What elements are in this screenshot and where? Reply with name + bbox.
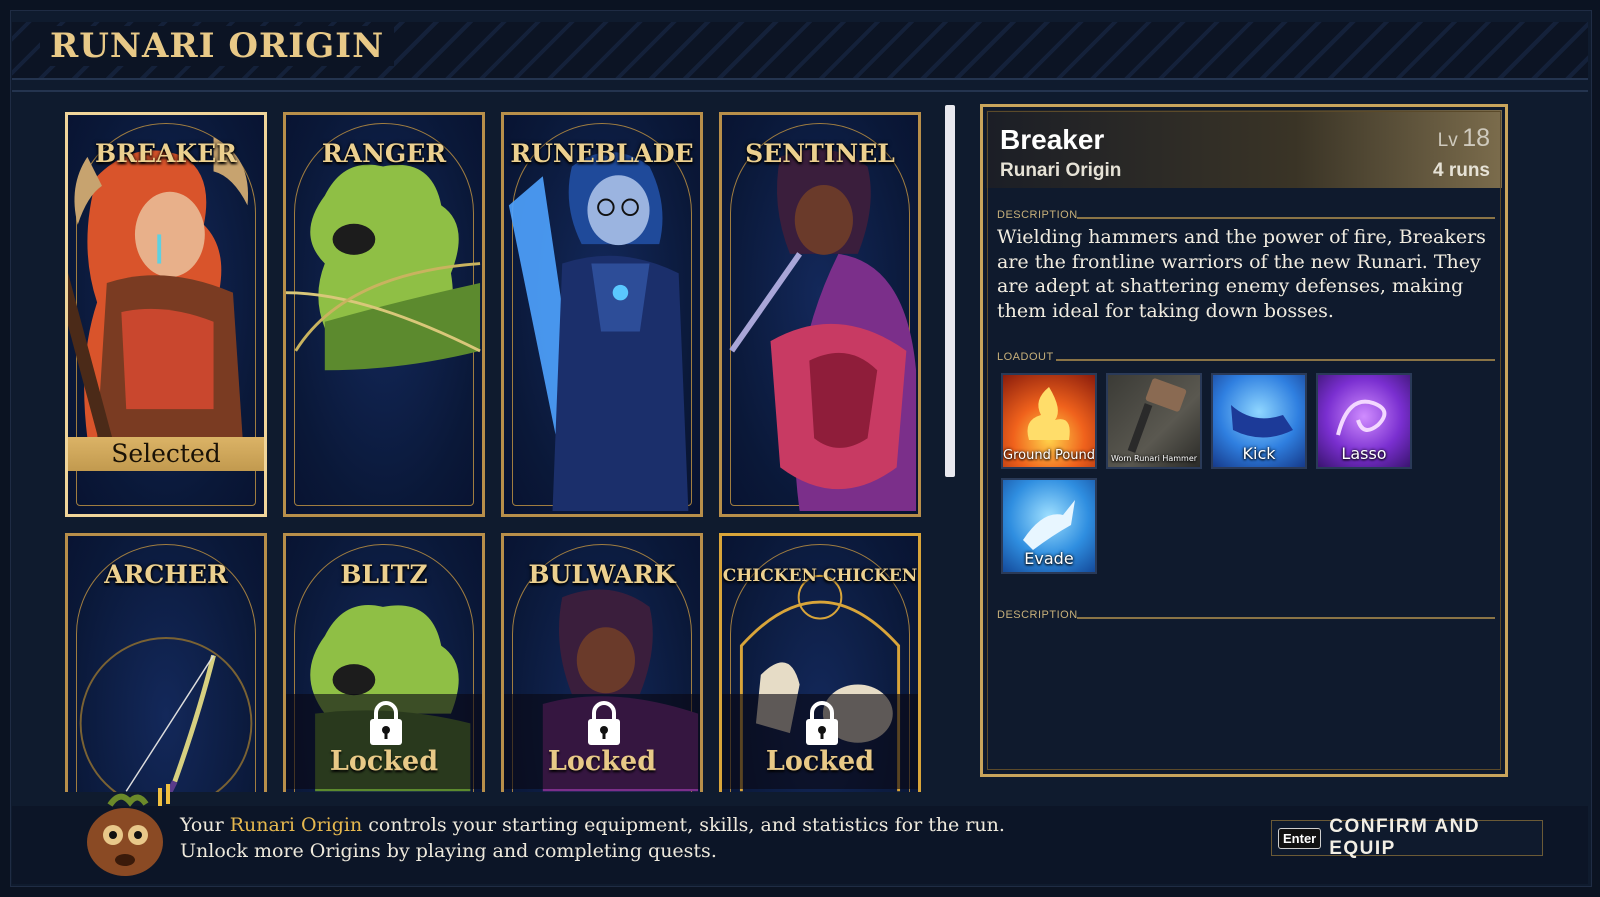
locked-overlay: Locked: [504, 694, 700, 789]
selected-badge: Selected: [68, 437, 264, 471]
detail-level: Lv 18: [1438, 124, 1490, 153]
detail-subtitle: Runari Origin: [1000, 160, 1122, 181]
sentinel-portrait: [729, 149, 917, 511]
loadout-item-label: Kick: [1242, 444, 1276, 463]
detail-header: Breaker Runari Origin Lv 18 4 runs: [986, 110, 1502, 188]
level-value: 18: [1462, 124, 1490, 152]
description-2-divider: [1077, 617, 1495, 619]
description-label: DESCRIPTION: [997, 209, 1078, 221]
origin-card-chicken-chicken[interactable]: CHICKEN CHICKEN Locked: [719, 533, 921, 792]
origin-card-runeblade[interactable]: RUNEBLADE: [501, 112, 703, 517]
description-text: Wielding hammers and the power of fire, …: [997, 226, 1486, 322]
origin-name: RUNEBLADE: [510, 139, 694, 168]
locked-overlay: Locked: [722, 694, 918, 789]
hint-suffix: controls your starting equipment, skills…: [362, 814, 1005, 836]
origin-card-sentinel[interactable]: SENTINEL: [719, 112, 921, 517]
loadout-item-kick[interactable]: Kick: [1211, 373, 1307, 469]
footer-hint-line-2: Unlock more Origins by playing and compl…: [180, 840, 717, 862]
detail-origin-name: Breaker: [1000, 124, 1105, 155]
lock-icon: [370, 701, 402, 745]
locked-overlay: Locked: [286, 694, 482, 789]
origin-name: SENTINEL: [745, 139, 895, 168]
ranger-portrait: [286, 164, 481, 371]
origin-card-archer[interactable]: ARCHER: [65, 533, 267, 792]
header-bar: RUNARI ORIGIN: [12, 22, 1588, 80]
loadout-item-label: Evade: [1024, 549, 1074, 568]
loadout-item-worn-runari-hammer[interactable]: Worn Runari Hammer: [1106, 373, 1202, 469]
description-2-label: DESCRIPTION: [997, 609, 1078, 621]
origin-card-breaker[interactable]: BREAKER Selected: [65, 112, 267, 517]
page-title: RUNARI ORIGIN: [40, 26, 395, 66]
confirm-and-equip-button[interactable]: Enter CONFIRM AND EQUIP: [1271, 816, 1543, 859]
origin-grid-scrollbar[interactable]: [945, 105, 955, 477]
level-label: Lv: [1437, 130, 1458, 151]
origin-grid: BREAKER Selected RANGER RUNEBLADE SENTIN…: [65, 112, 945, 792]
loadout-item-evade[interactable]: Evade: [1001, 478, 1097, 574]
origin-card-ranger[interactable]: RANGER: [283, 112, 485, 517]
origin-name: BLITZ: [340, 560, 428, 589]
locked-label: Locked: [765, 746, 875, 777]
lock-icon: [588, 701, 620, 745]
origin-detail-panel: Breaker Runari Origin Lv 18 4 runs DESCR…: [980, 104, 1508, 777]
hint-prefix: Your: [180, 814, 230, 836]
loadout-item-lasso[interactable]: Lasso: [1316, 373, 1412, 469]
loadout-item-ground-pound[interactable]: Ground Pound: [1001, 373, 1097, 469]
origin-name: ARCHER: [104, 560, 228, 589]
origin-card-bulwark[interactable]: BULWARK Locked: [501, 533, 703, 792]
description-divider: [1077, 217, 1495, 219]
origin-name: RANGER: [321, 139, 447, 168]
enter-key-hint: Enter: [1278, 827, 1322, 849]
origin-name: BREAKER: [95, 139, 237, 168]
detail-runs: 4 runs: [1432, 160, 1490, 181]
runeblade-portrait: [508, 151, 689, 511]
origin-name: BULWARK: [528, 560, 676, 589]
confirm-label: CONFIRM AND EQUIP: [1329, 816, 1481, 859]
loadout-item-label: Lasso: [1341, 444, 1387, 463]
loadout-item-label: Ground Pound: [1003, 448, 1096, 463]
footer-hint-line-1: Your Runari Origin controls your startin…: [180, 814, 1005, 836]
loadout-label: LOADOUT: [997, 351, 1054, 363]
locked-label: Locked: [329, 746, 439, 777]
lock-icon: [806, 701, 838, 745]
header-divider: [12, 90, 1588, 92]
mascot-icon: [87, 784, 170, 876]
origin-card-blitz[interactable]: BLITZ Locked: [283, 533, 485, 792]
loadout-item-label: Worn Runari Hammer: [1110, 454, 1198, 463]
loadout-divider: [1056, 359, 1495, 361]
hint-highlight: Runari Origin: [229, 814, 363, 836]
locked-label: Locked: [547, 746, 657, 777]
origin-name: CHICKEN CHICKEN: [722, 566, 918, 586]
